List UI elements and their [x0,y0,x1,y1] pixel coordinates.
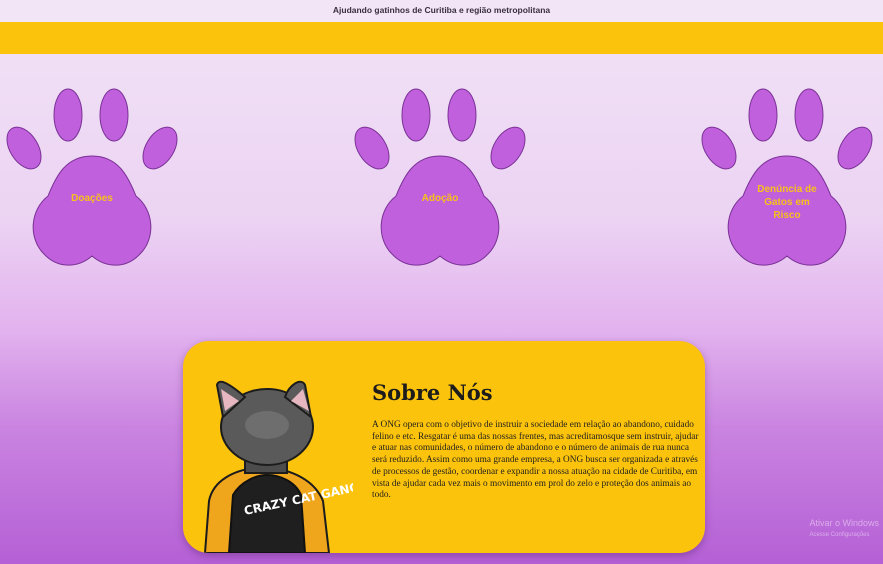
navigation-bar [0,22,883,54]
paw-label: Denúncia de Gatos em Risco [757,184,817,221]
top-header: Ajudando gatinhos de Curitiba e região m… [0,0,883,22]
adoption-paw-button[interactable]: Adoção [350,88,530,274]
about-text: A ONG opera com o objetivo de instruir a… [372,420,699,501]
crazy-cat-gang-illustration: CRAZY CAT GANG [203,380,353,553]
donations-paw-button[interactable]: Doações [2,88,182,274]
report-cats-paw-button[interactable]: Denúncia de Gatos em Risco [697,88,877,274]
site-tagline: Ajudando gatinhos de Curitiba e região m… [332,5,551,15]
watermark-line1: Ativar o Windows [809,518,879,528]
windows-activation-watermark: Ativar o Windows Acesse Configurações [809,517,879,541]
about-card: CRAZY CAT GANG Sobre Nós A ONG opera com… [183,341,705,553]
paw-icon [701,88,873,266]
paw-label: Doações [71,193,113,204]
watermark-line2: Acesse Configurações [809,532,870,538]
paw-icon [6,88,178,266]
about-title: Sobre Nós [372,380,493,405]
paw-icon [354,88,526,266]
paw-label: Adoção [421,193,459,204]
